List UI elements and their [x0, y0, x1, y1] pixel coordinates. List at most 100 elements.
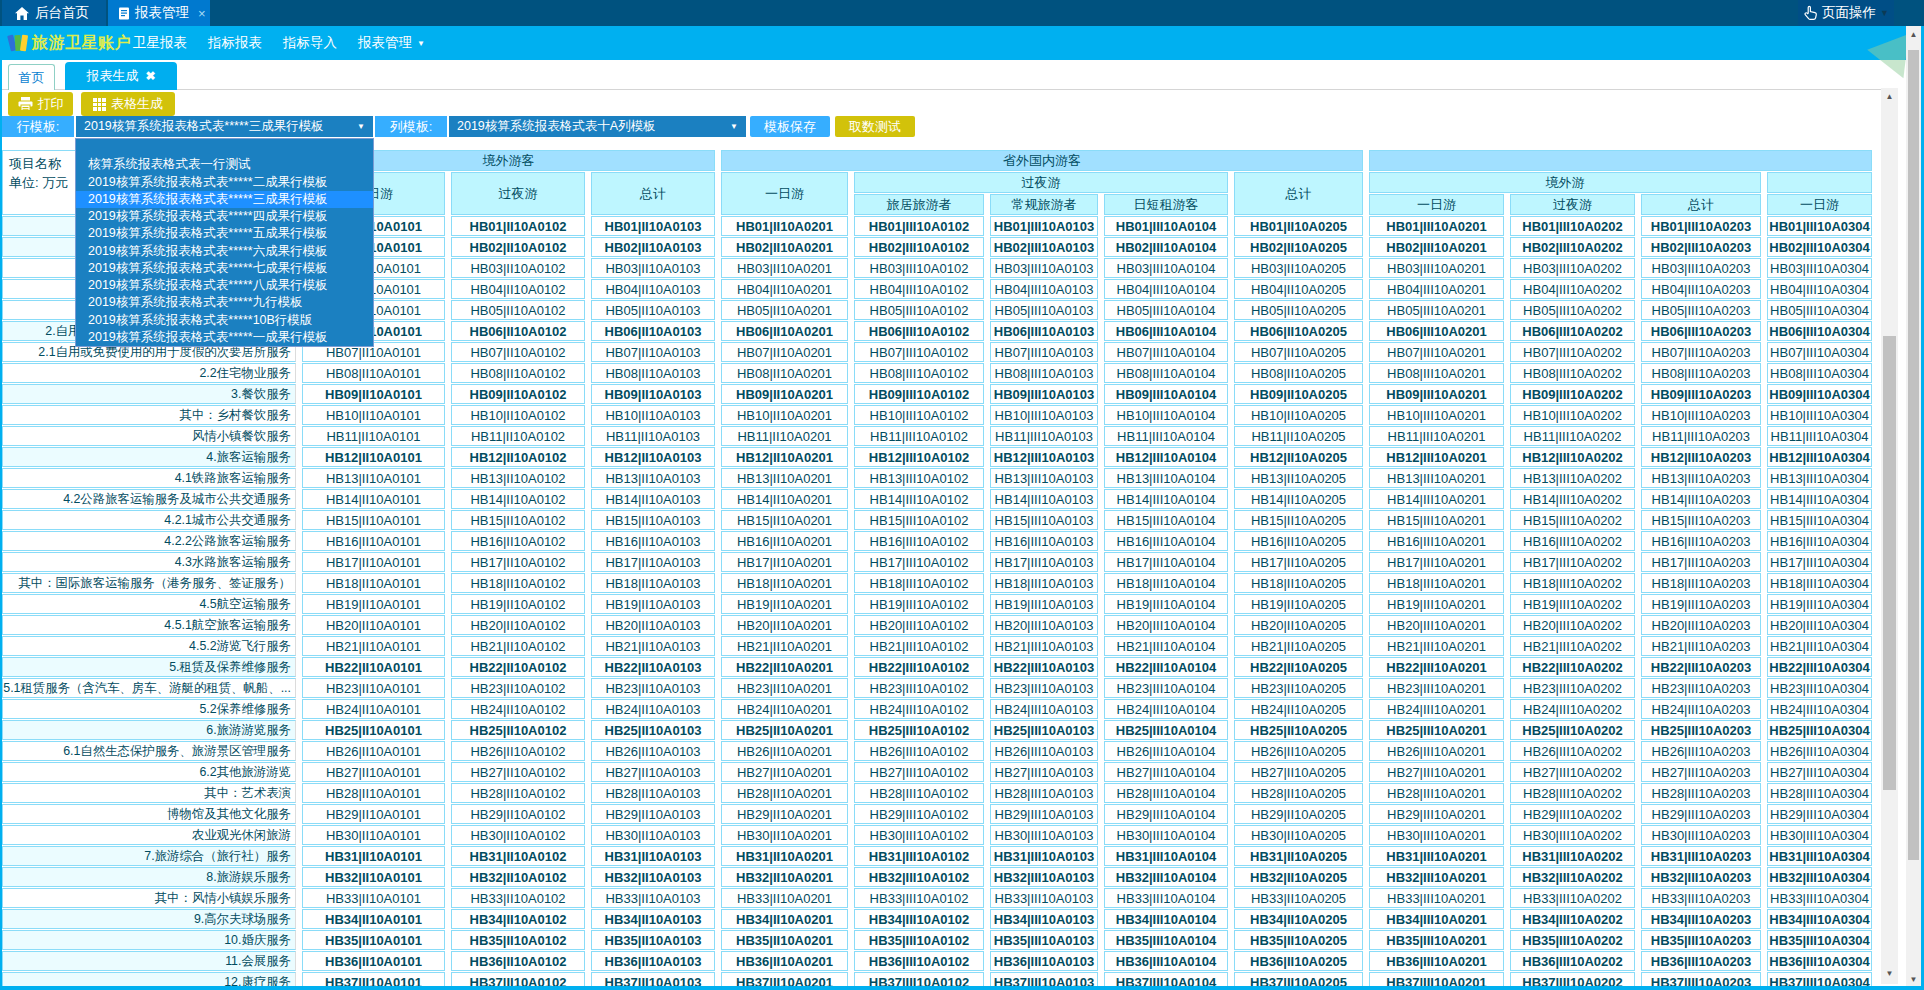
code-cell: HB31|III10A0203 [1641, 846, 1761, 866]
template-option[interactable]: 2019核算系统报表格式表*****八成果行模板 [76, 277, 373, 294]
code-cell: HB03|II10A0205 [1234, 258, 1363, 278]
code-cell: HB34|III10A0203 [1641, 909, 1761, 929]
row-label: 博物馆及其他文化服务 [2, 804, 296, 824]
code-cell: HB35|III10A0102 [854, 930, 984, 950]
table-scrollbar-thumb[interactable] [1883, 336, 1896, 790]
code-cell: HB10|III10A0203 [1641, 405, 1761, 425]
code-cell: HB05|III10A0104 [1104, 300, 1228, 320]
code-cell: HB01|III10A0104 [1104, 216, 1228, 236]
header-col: 旅居旅游者 [854, 194, 984, 215]
template-save-button[interactable]: 模板保存 [750, 116, 830, 137]
code-cell: HB14|III10A0102 [854, 489, 984, 509]
code-cell: HB15|II10A0205 [1234, 510, 1363, 530]
code-cell: HB12|II10A0102 [451, 447, 585, 467]
template-option[interactable]: 2019核算系统报表格式表*****10B行模版 [76, 312, 373, 329]
code-cell: HB03|III10A0103 [990, 258, 1098, 278]
code-cell: HB29|III10A0202 [1510, 804, 1635, 824]
code-cell: HB05|III10A0103 [990, 300, 1098, 320]
code-cell: HB21|III10A0203 [1641, 636, 1761, 656]
page-scroll-down-icon[interactable]: ▼ [1906, 975, 1921, 984]
tab-close-icon[interactable]: ✖ [145, 69, 155, 83]
fetch-test-button[interactable]: 取数测试 [835, 116, 915, 137]
code-cell: HB19|II10A0103 [591, 594, 715, 614]
code-cell: HB34|II10A0102 [451, 909, 585, 929]
code-cell: HB32|II10A0205 [1234, 867, 1363, 887]
code-cell: HB12|III10A0203 [1641, 447, 1761, 467]
code-cell: HB12|III10A0304 [1767, 447, 1872, 467]
code-cell: HB04|III10A0203 [1641, 279, 1761, 299]
template-option[interactable]: 2019核算系统报表格式表*****五成果行模板 [76, 225, 373, 242]
page-scroll-up-icon[interactable]: ▲ [1906, 30, 1921, 39]
template-option[interactable]: 2019核算系统报表格式表*****三成果行模板 [76, 191, 373, 208]
table-scrollbar[interactable]: ▲ ▼ [1881, 88, 1898, 984]
code-cell: HB21|III10A0304 [1767, 636, 1872, 656]
print-button-label: 打印 [38, 95, 64, 113]
topbar-tab-close-icon[interactable]: × [198, 6, 206, 21]
scroll-down-icon[interactable]: ▼ [1881, 969, 1898, 978]
code-cell: HB34|II10A0103 [591, 909, 715, 929]
template-option[interactable]: 2019核算系统报表格式表*****七成果行模板 [76, 260, 373, 277]
code-cell: HB07|III10A0201 [1369, 342, 1504, 362]
code-cell: HB16|III10A0203 [1641, 531, 1761, 551]
code-cell: HB22|III10A0304 [1767, 657, 1872, 677]
nav-item-indicator-import[interactable]: 指标导入 [283, 26, 337, 60]
topbar-tab-home[interactable]: 后台首页 [2, 0, 106, 26]
template-option[interactable]: 核算系统报表格式表一行测试 [76, 156, 373, 173]
tab-report-generate[interactable]: 报表生成✖ [65, 62, 177, 90]
code-cell: HB29|III10A0102 [854, 804, 984, 824]
tab-home[interactable]: 首页 [8, 64, 55, 90]
code-cell: HB13|II10A0205 [1234, 468, 1363, 488]
header-col: 一日游 [1767, 194, 1872, 215]
template-option[interactable]: 2019核算系统报表格式表*****九行模板 [76, 294, 373, 311]
row-label: 农业观光休闲旅游 [2, 825, 296, 845]
code-cell: HB23|III10A0304 [1767, 678, 1872, 698]
template-option[interactable] [76, 139, 373, 156]
hand-pointer-icon [1803, 5, 1818, 21]
code-cell: HB17|III10A0102 [854, 552, 984, 572]
code-cell: HB36|III10A0102 [854, 951, 984, 971]
code-cell: HB06|III10A0304 [1767, 321, 1872, 341]
code-cell: HB08|II10A0205 [1234, 363, 1363, 383]
code-cell: HB28|III10A0104 [1104, 783, 1228, 803]
code-cell: HB05|II10A0102 [451, 300, 585, 320]
code-cell: HB21|III10A0201 [1369, 636, 1504, 656]
template-option[interactable]: 2019核算系统报表格式表*****六成果行模板 [76, 243, 373, 260]
code-cell: HB32|III10A0203 [1641, 867, 1761, 887]
page-scrollbar[interactable]: ▲ ▼ [1906, 26, 1921, 990]
code-cell: HB26|II10A0201 [721, 741, 848, 761]
nav-item-report-manage[interactable]: 报表管理▼ [358, 26, 425, 60]
code-cell: HB11|III10A0201 [1369, 426, 1504, 446]
scroll-up-icon[interactable]: ▲ [1881, 92, 1898, 101]
code-cell: HB31|II10A0102 [451, 846, 585, 866]
code-cell: HB15|III10A0103 [990, 510, 1098, 530]
code-cell: HB26|III10A0104 [1104, 741, 1228, 761]
code-cell: HB33|II10A0103 [591, 888, 715, 908]
code-cell: HB25|II10A0205 [1234, 720, 1363, 740]
template-option[interactable]: 2019核算系统报表格式表*****四成果行模板 [76, 208, 373, 225]
code-cell: HB12|III10A0202 [1510, 447, 1635, 467]
table-generate-button[interactable]: 表格生成 [81, 92, 175, 116]
print-button[interactable]: 打印 [8, 92, 73, 116]
nav-item-indicator-report[interactable]: 指标报表 [208, 26, 262, 60]
code-cell: HB22|III10A0202 [1510, 657, 1635, 677]
code-cell: HB24|III10A0203 [1641, 699, 1761, 719]
code-cell: HB16|III10A0304 [1767, 531, 1872, 551]
code-cell: HB15|III10A0203 [1641, 510, 1761, 530]
code-cell: HB06|III10A0104 [1104, 321, 1228, 341]
page-scrollbar-thumb[interactable] [1908, 50, 1919, 860]
col-template-select[interactable]: 2019核算系统报表格式表十A列模板▼ [449, 116, 746, 137]
code-cell: HB26|III10A0202 [1510, 741, 1635, 761]
table-generate-label: 表格生成 [111, 95, 163, 113]
page-actions-button[interactable]: 页面操作 ▼ [1798, 0, 1894, 26]
row-template-select[interactable]: 2019核算系统报表格式表*****三成果行模板▼ [76, 116, 373, 137]
topbar-tab-report[interactable]: 报表管理 × [108, 0, 210, 26]
template-option[interactable]: 2019核算系统报表格式表*****一成果行模板 [76, 329, 373, 346]
row-label: 8.旅游娱乐服务 [2, 867, 296, 887]
code-cell: HB04|II10A0201 [721, 279, 848, 299]
row-label: 5.租赁及保养维修服务 [2, 657, 296, 677]
nav-caret-icon: ▼ [417, 39, 425, 48]
code-cell: HB19|II10A0101 [302, 594, 445, 614]
template-option[interactable]: 2019核算系统报表格式表*****二成果行模板 [76, 174, 373, 191]
row-label: 4.5.2游览飞行服务 [2, 636, 296, 656]
nav-item-satellite-report[interactable]: 卫星报表 [133, 26, 187, 60]
